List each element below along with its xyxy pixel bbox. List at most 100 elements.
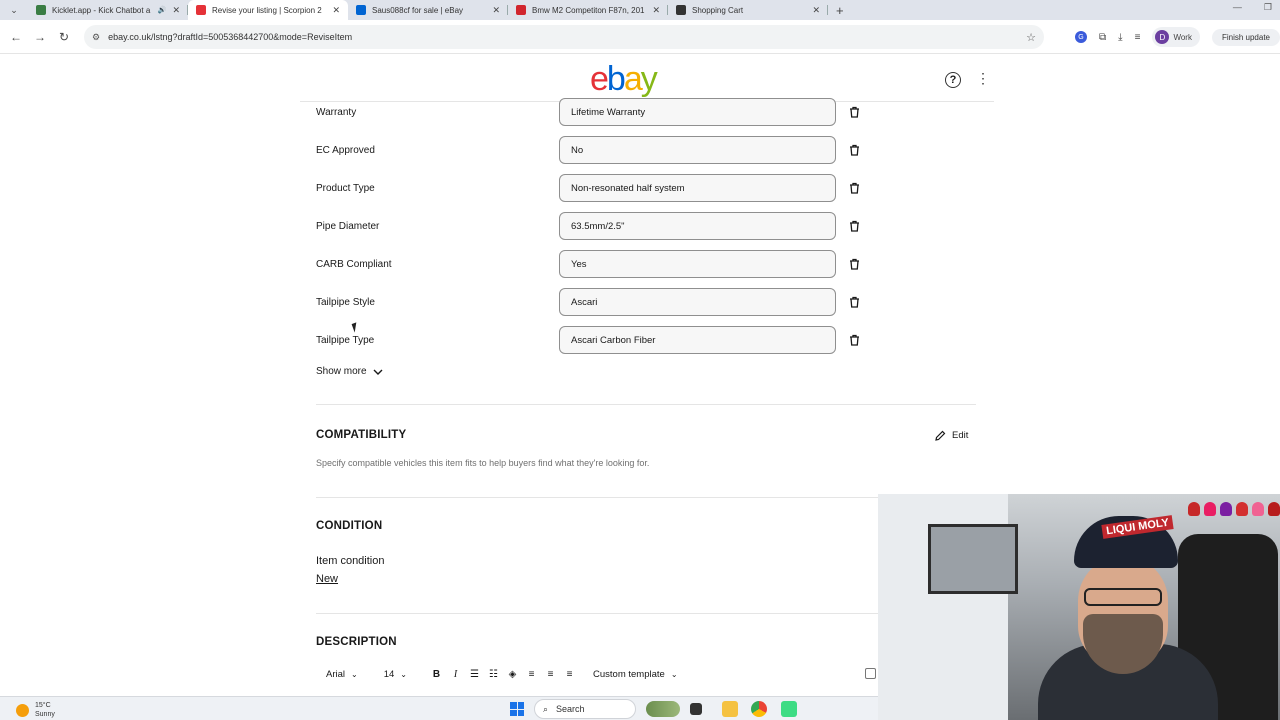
tab-favicon-icon xyxy=(516,5,526,15)
trash-icon[interactable] xyxy=(847,257,861,271)
help-icon[interactable]: ? xyxy=(945,72,961,88)
template-select[interactable]: Custom template ⌄ xyxy=(583,669,688,680)
item-specific-field[interactable]: Ascari Carbon Fiber xyxy=(559,326,836,354)
item-specific-field[interactable]: Lifetime Warranty xyxy=(559,98,836,126)
new-tab-button[interactable]: + xyxy=(836,3,844,18)
extensions-puzzle-icon[interactable]: ⧉ xyxy=(1099,32,1106,43)
search-placeholder: Search xyxy=(556,704,585,714)
html-mode-checkbox[interactable] xyxy=(865,668,876,679)
close-tab-icon[interactable]: ✕ xyxy=(652,5,660,16)
tab-favicon-icon xyxy=(356,5,366,15)
item-specific-row: Tailpipe Style Ascari xyxy=(316,288,876,316)
item-specific-field[interactable]: Yes xyxy=(559,250,836,278)
close-tab-icon[interactable]: ✕ xyxy=(812,5,820,16)
trash-icon[interactable] xyxy=(847,181,861,195)
weather-widget[interactable]: 15°C Sunny xyxy=(16,701,55,719)
numbered-list-icon[interactable]: ☷ xyxy=(484,669,503,680)
forward-icon[interactable]: → xyxy=(28,30,52,44)
logo-letter-a: a xyxy=(623,60,643,98)
landscape-widget-icon[interactable] xyxy=(646,701,680,717)
item-specific-field[interactable]: No xyxy=(559,136,836,164)
section-divider xyxy=(316,613,878,614)
restore-icon[interactable]: ❐ xyxy=(1264,2,1272,13)
android-app-icon[interactable] xyxy=(781,701,797,717)
browser-toolbar: ← → ↻ ⚙ ebay.co.uk/lstng?draftId=5005368… xyxy=(0,20,1280,54)
tab-title: Saus088cf for sale | eBay xyxy=(372,5,464,15)
download-icon[interactable]: ⤓ xyxy=(1118,32,1122,43)
tab-search-icon[interactable]: ⌄ xyxy=(0,0,28,20)
browser-tab[interactable]: Saus088cf for sale | eBay ✕ xyxy=(348,0,508,20)
align-center-icon[interactable]: ≡ xyxy=(541,669,560,680)
browser-tab[interactable]: Revise your listing | Scorpion 2 ✕ xyxy=(188,0,348,20)
tab-separator xyxy=(827,5,828,15)
temperature: 15°C xyxy=(35,702,51,709)
ebay-logo[interactable]: ebay xyxy=(590,60,658,99)
reading-list-icon[interactable]: ≡ xyxy=(1135,32,1141,43)
finish-update-button[interactable]: Finish update xyxy=(1211,28,1280,46)
tab-favicon-icon xyxy=(676,5,686,15)
compatibility-description: Specify compatible vehicles this item fi… xyxy=(316,458,650,468)
address-bar[interactable]: ⚙ ebay.co.uk/lstng?draftId=5005368442700… xyxy=(84,25,1044,49)
browser-tab[interactable]: Shopping Cart ✕ xyxy=(668,0,828,20)
item-specific-field[interactable]: 63.5mm/2.5" xyxy=(559,212,836,240)
chrome-icon[interactable] xyxy=(751,701,767,717)
tab-title: Shopping Cart xyxy=(692,5,744,15)
italic-icon[interactable]: I xyxy=(446,669,465,680)
chevron-down-icon: ⌄ xyxy=(670,669,678,679)
bold-icon[interactable]: B xyxy=(427,669,446,680)
align-left-icon[interactable]: ≡ xyxy=(522,669,541,680)
back-icon[interactable]: ← xyxy=(4,30,28,44)
browser-tab[interactable]: Kicklet.app - Kick Chatbot a 🔊 ✕ xyxy=(28,0,188,20)
extension-icon[interactable]: G xyxy=(1075,31,1088,43)
item-specific-row: Product Type Non-resonated half system xyxy=(316,174,876,202)
compatibility-edit-button[interactable]: Edit xyxy=(935,430,968,441)
background-monitor xyxy=(928,524,1018,594)
item-specific-field[interactable]: Ascari xyxy=(559,288,836,316)
item-condition-label: Item condition xyxy=(316,555,385,567)
search-icon: ⌕ xyxy=(543,703,549,714)
condition-title: CONDITION xyxy=(316,520,383,532)
bookmark-star-icon[interactable]: ☆ xyxy=(1026,31,1036,44)
trash-icon[interactable] xyxy=(847,219,861,233)
tab-title: Kicklet.app - Kick Chatbot a xyxy=(52,5,151,15)
tab-title: Bmw M2 Competiton F87n, 201 xyxy=(532,5,645,15)
more-options-icon[interactable]: ⋮ xyxy=(976,70,990,87)
windows-taskbar: 15°C Sunny ⌕ Search xyxy=(0,696,878,720)
item-condition-value[interactable]: New xyxy=(316,573,338,585)
chevron-down-icon xyxy=(373,369,383,375)
item-specific-label: Pipe Diameter xyxy=(316,220,380,232)
item-specific-field[interactable]: Non-resonated half system xyxy=(559,174,836,202)
show-more-link[interactable]: Show more xyxy=(316,366,383,377)
align-right-icon[interactable]: ≡ xyxy=(560,669,579,680)
font-size-select[interactable]: 14 ⌄ xyxy=(374,669,417,680)
tab-strip: ⌄ Kicklet.app - Kick Chatbot a 🔊 ✕ Revise y… xyxy=(0,0,1280,20)
trash-icon[interactable] xyxy=(847,105,861,119)
tab-audio-icon[interactable]: 🔊 xyxy=(158,6,167,14)
minimize-icon[interactable]: — xyxy=(1233,2,1242,13)
item-specific-row: Pipe Diameter 63.5mm/2.5" xyxy=(316,212,876,240)
close-tab-icon[interactable]: ✕ xyxy=(492,5,500,16)
trash-icon[interactable] xyxy=(847,333,861,347)
fill-color-icon[interactable]: ◈ xyxy=(503,669,522,680)
site-info-icon[interactable]: ⚙ xyxy=(92,32,100,43)
bulleted-list-icon[interactable]: ☰ xyxy=(465,669,484,680)
browser-tab[interactable]: Bmw M2 Competiton F87n, 201 ✕ xyxy=(508,0,668,20)
font-family-select[interactable]: Arial ⌄ xyxy=(316,669,368,680)
avatar: D xyxy=(1155,30,1170,44)
close-tab-icon[interactable]: ✕ xyxy=(332,5,340,16)
pencil-icon xyxy=(935,430,946,441)
reload-icon[interactable]: ↻ xyxy=(52,30,76,44)
close-tab-icon[interactable]: ✕ xyxy=(172,5,180,16)
logo-letter-y: y xyxy=(640,60,658,98)
show-more-label: Show more xyxy=(316,366,367,377)
windows-start-icon[interactable] xyxy=(510,702,524,716)
trash-icon[interactable] xyxy=(847,143,861,157)
file-explorer-icon[interactable] xyxy=(722,701,738,717)
trash-icon[interactable] xyxy=(847,295,861,309)
taskbar-search[interactable]: ⌕ Search xyxy=(534,699,636,719)
task-view-icon[interactable] xyxy=(690,703,702,715)
chevron-down-icon: ⌄ xyxy=(351,669,358,679)
font-size-value: 14 xyxy=(383,668,395,680)
profile-button[interactable]: D Work xyxy=(1152,27,1200,47)
logo-letter-e: e xyxy=(590,60,609,98)
